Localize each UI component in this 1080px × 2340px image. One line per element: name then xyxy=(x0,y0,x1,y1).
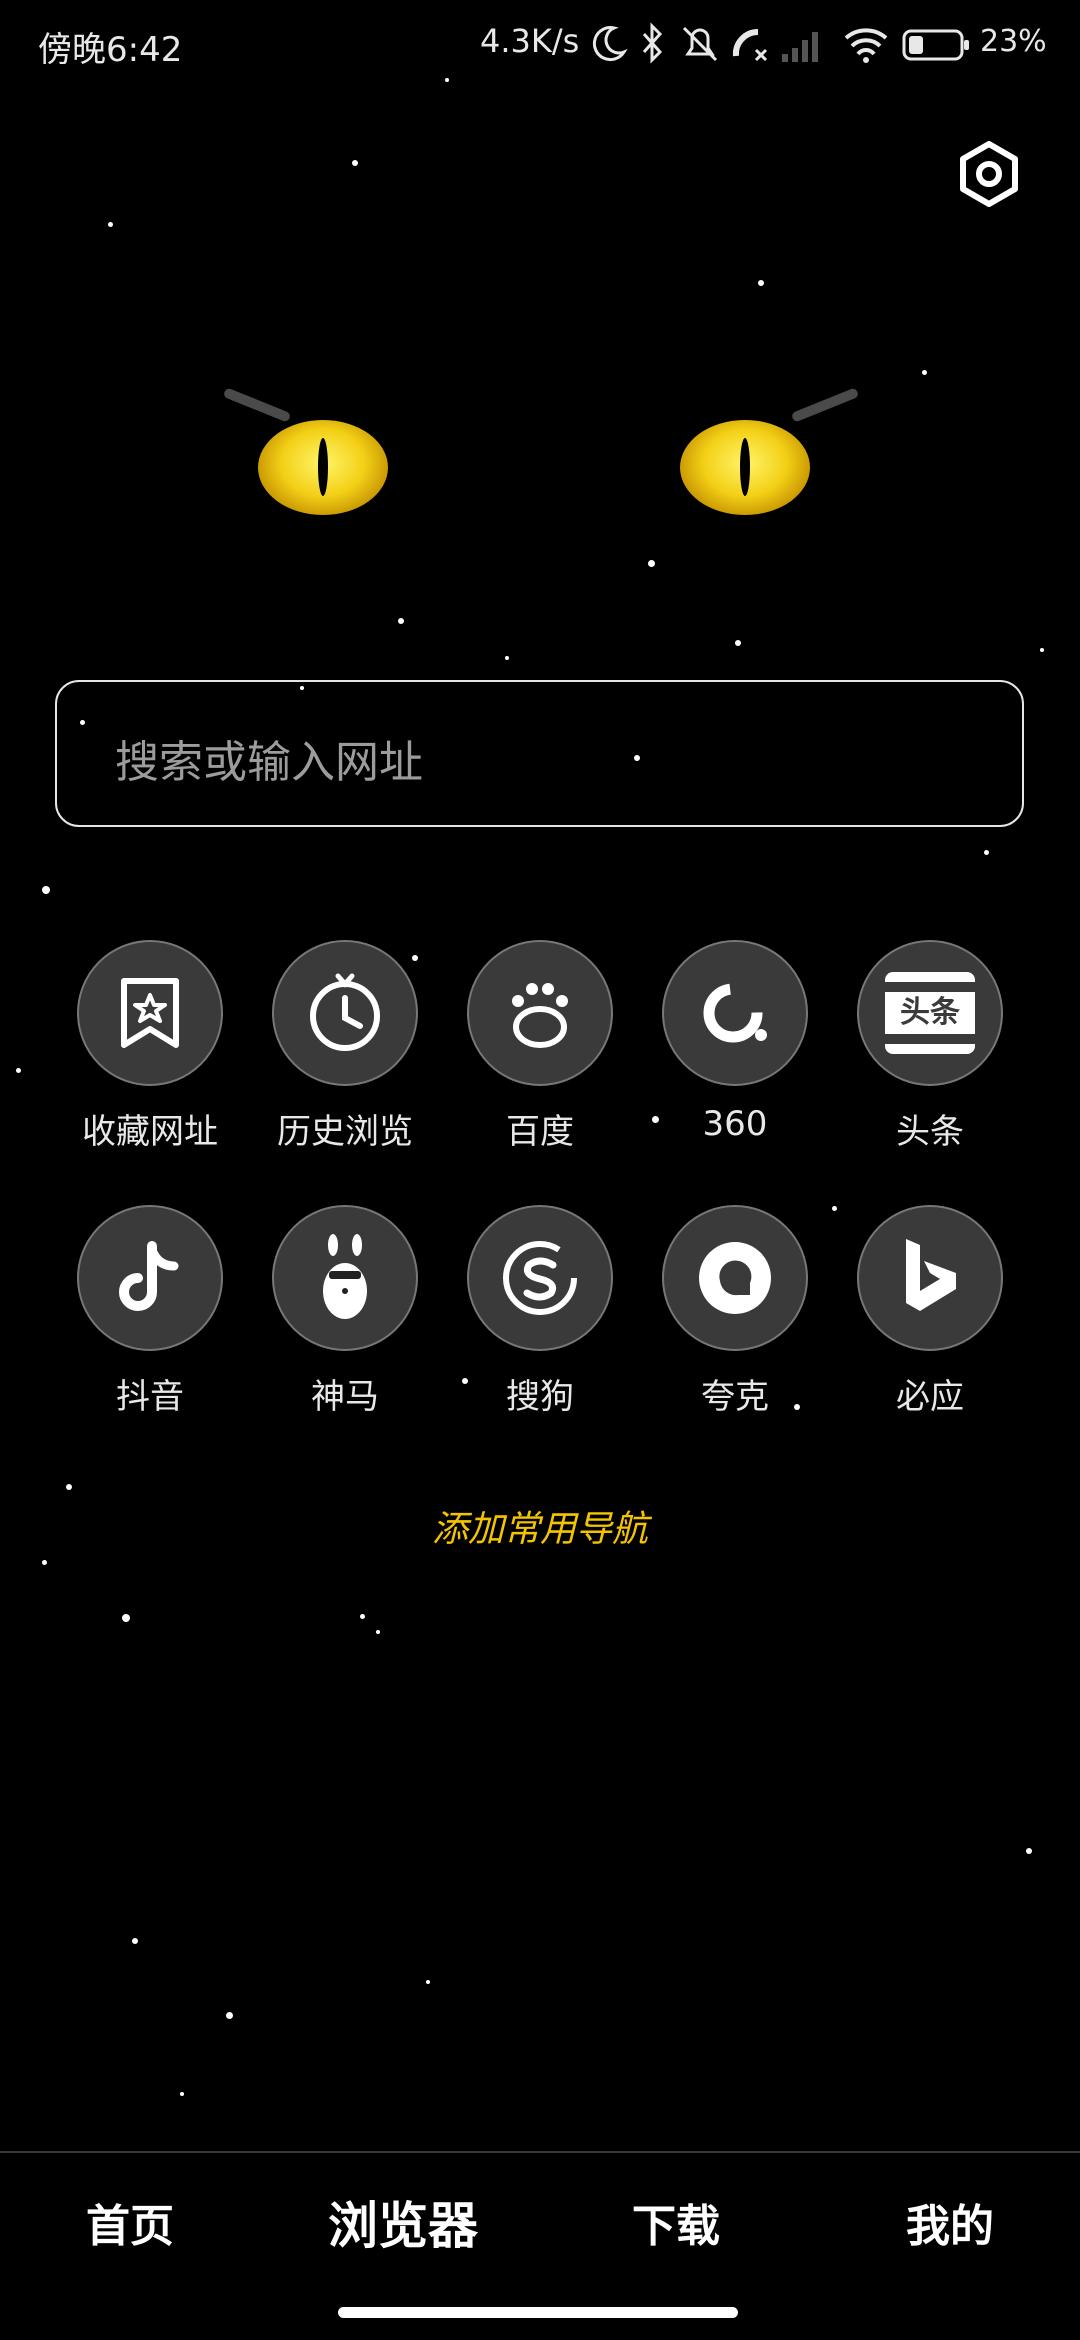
right-eyebrow xyxy=(790,387,860,423)
shortcut-baidu[interactable]: 百度 xyxy=(455,940,625,1153)
shortcut-label: 百度 xyxy=(506,1112,574,1152)
shortcut-label: 搜狗 xyxy=(506,1377,574,1417)
search-input[interactable]: 搜索或输入网址 xyxy=(55,680,1024,827)
left-eyebrow xyxy=(222,387,292,423)
add-common-nav-link[interactable]: 添加常用导航 xyxy=(0,1500,1080,1552)
shenma-alpaca-icon xyxy=(272,1205,418,1351)
shortcut-history[interactable]: 历史浏览 xyxy=(260,940,430,1153)
home-indicator[interactable] xyxy=(338,2307,738,2318)
bottom-nav: 首页 浏览器 下载 我的 xyxy=(0,2190,1080,2260)
status-time: 傍晚6:42 xyxy=(38,30,183,70)
bottom-nav-divider xyxy=(0,2151,1080,2153)
battery-percentage: 23% xyxy=(980,24,1047,59)
shortcut-sogou[interactable]: 搜狗 xyxy=(455,1205,625,1418)
bookmark-star-icon xyxy=(77,940,223,1086)
left-cat-eye xyxy=(258,420,388,515)
bing-icon xyxy=(857,1205,1003,1351)
sogou-icon xyxy=(467,1205,613,1351)
shortcut-label: 必应 xyxy=(896,1377,964,1417)
battery-icon xyxy=(902,29,969,61)
shortcut-label: 收藏网址 xyxy=(82,1112,218,1152)
wifi-icon xyxy=(844,28,888,63)
search-placeholder: 搜索或输入网址 xyxy=(115,737,423,788)
shortcut-label: 360 xyxy=(702,1104,768,1144)
toutiao-icon-text: 头条 xyxy=(900,995,960,1030)
bell-muted-icon xyxy=(682,26,718,62)
call-missed-icon xyxy=(732,28,768,62)
tab-home[interactable]: 首页 xyxy=(30,2190,230,2254)
360-icon xyxy=(662,940,808,1086)
shortcut-douyin[interactable]: 抖音 xyxy=(65,1205,235,1418)
shortcut-label: 抖音 xyxy=(116,1377,184,1417)
tab-browser[interactable]: 浏览器 xyxy=(303,2186,503,2258)
shortcut-quark[interactable]: 夸克 xyxy=(650,1205,820,1418)
toutiao-icon: 头条 xyxy=(857,940,1003,1086)
status-bar: 傍晚6:42 4.3K/s 23% xyxy=(0,0,1080,90)
quark-icon xyxy=(662,1205,808,1351)
tab-download[interactable]: 下载 xyxy=(576,2190,776,2254)
shortcut-shenma[interactable]: 神马 xyxy=(260,1205,430,1418)
settings-gear-icon[interactable] xyxy=(955,140,1023,208)
bluetooth-icon xyxy=(642,22,663,64)
shortcut-label: 头条 xyxy=(896,1112,964,1152)
shortcut-bing[interactable]: 必应 xyxy=(845,1205,1015,1418)
tab-mine[interactable]: 我的 xyxy=(850,2190,1050,2254)
moon-icon xyxy=(592,26,628,62)
baidu-paw-icon xyxy=(467,940,613,1086)
shortcut-label: 神马 xyxy=(311,1377,379,1417)
shortcut-bookmarks[interactable]: 收藏网址 xyxy=(65,940,235,1153)
shortcut-label: 历史浏览 xyxy=(277,1112,413,1152)
shortcut-label: 夸克 xyxy=(701,1377,769,1417)
shortcut-360[interactable]: 360 xyxy=(650,940,820,1144)
douyin-icon xyxy=(77,1205,223,1351)
right-cat-eye xyxy=(680,420,810,515)
history-clock-icon xyxy=(272,940,418,1086)
shortcut-toutiao[interactable]: 头条 头条 xyxy=(845,940,1015,1153)
network-speed: 4.3K/s xyxy=(480,22,580,60)
signal-icon xyxy=(782,32,818,62)
